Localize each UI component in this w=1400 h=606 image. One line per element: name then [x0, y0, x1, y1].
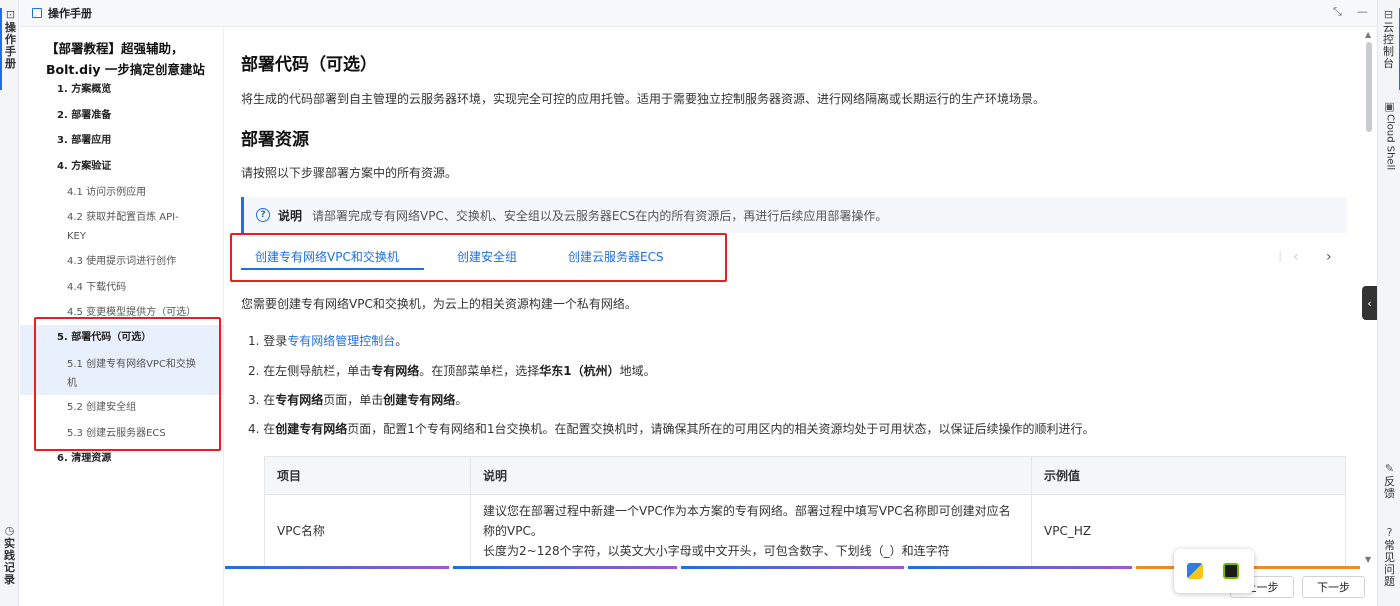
toc-item-prepare[interactable]: 2. 部署准备: [57, 108, 111, 124]
security-shield-icon[interactable]: [1187, 563, 1203, 579]
vpc-console-link[interactable]: 专有网络管理控制台: [287, 334, 395, 348]
step-2-bold-b: 华东1（杭州）: [539, 364, 620, 378]
tray-popup: [1174, 549, 1254, 593]
toc-sub-4-4[interactable]: 4.4 下载代码: [67, 278, 197, 297]
help-circle-icon: ?: [1386, 526, 1393, 539]
step-2-text-b: 。在顶部菜单栏，选择: [419, 364, 540, 378]
step-3-text-a: 3. 在: [248, 393, 276, 407]
rail-faq-label: 常见问题: [1384, 539, 1395, 588]
toc-item-deploy[interactable]: 3. 部署应用: [57, 133, 111, 149]
app-root: ⊡ 操作手册 ◷ 实践记录 操作手册 ⤡ — 【部署教程】超强辅助，Bolt.d…: [0, 0, 1400, 606]
rail-faq[interactable]: ? 常见问题: [1378, 526, 1400, 602]
step-3-bold-a: 专有网络: [275, 393, 324, 407]
step-2-bold-a: 专有网络: [371, 364, 420, 378]
panel-header: 操作手册 ⤡ —: [20, 0, 1377, 27]
toc-item-verify[interactable]: 4. 方案验证: [57, 159, 111, 175]
section-intro: 将生成的代码部署到自主管理的云服务器环境，实现完全可控的应用托管。适用于需要独立…: [241, 92, 1046, 106]
toc-sub-4-2[interactable]: 4.2 获取并配置百炼 API-KEY: [67, 208, 197, 246]
step-4: 4. 在创建专有网络页面，配置1个专有网络和1台交换机。在配置交换机时，请确保其…: [248, 420, 1095, 437]
rail-console-label: 云控制台: [1383, 21, 1394, 70]
step-2: 2. 在左侧导航栏，单击专有网络。在顶部菜单栏，选择华东1（杭州）地域。: [248, 362, 656, 379]
note-label: 说明: [278, 208, 303, 223]
toc-title: 【部署教程】超强辅助，Bolt.diy 一步搞定创意建站: [46, 41, 205, 77]
clock-icon: ◷: [4, 524, 15, 537]
table-cell-item: VPC名称: [264, 494, 471, 568]
toc-sub-4-5[interactable]: 4.5 变更模型提供方（可选）: [67, 303, 217, 318]
scroll-down-icon[interactable]: ▼: [1365, 555, 1371, 564]
subsection-text: 请按照以下步骤部署方案中的所有资源。: [241, 166, 458, 180]
scroll-thumb[interactable]: [1366, 42, 1372, 132]
step-4-bold-a: 创建专有网络: [275, 422, 348, 436]
rail-feedback-label: 反馈: [1384, 475, 1395, 500]
table-cell-desc: 建议您在部署过程中新建一个VPC作为本方案的专有网络。部署过程中填写VPC名称即…: [470, 494, 1032, 568]
main-content: 部署代码（可选） 将生成的代码部署到自主管理的云服务器环境，实现完全可控的应用托…: [225, 28, 1360, 606]
nvidia-icon[interactable]: [1223, 563, 1239, 579]
step-3-bold-b: 创建专有网络: [383, 393, 456, 407]
table-header-desc: 说明: [470, 456, 1032, 495]
left-rail: ⊡ 操作手册 ◷ 实践记录: [0, 0, 19, 606]
toc-sub-4-3[interactable]: 4.3 使用提示词进行创作: [67, 252, 197, 271]
table-header-example: 示例值: [1031, 456, 1346, 495]
tabs-next-icon[interactable]: ›: [1326, 249, 1332, 265]
toc-item-cleanup[interactable]: 6. 清理资源: [57, 451, 111, 467]
table-cell-desc-line2: 长度为2~128个字符，以英文大小字母或中文开头，可包含数字、下划线（_）和连字…: [483, 544, 950, 558]
tabs-prev-icon[interactable]: ‹: [1293, 249, 1299, 265]
pencil-icon: ✎: [1384, 462, 1395, 475]
rail-cloudshell[interactable]: ▣ Cloud Shell: [1378, 100, 1400, 182]
note-text: 请部署完成专有网络VPC、交换机、安全组以及云服务器ECS在内的所有资源后，再进…: [312, 208, 888, 223]
manual-header-icon: [32, 8, 42, 18]
right-rail: ⊟ 云控制台 ▣ Cloud Shell ✎ 反馈 ? 常见问题: [1377, 0, 1400, 606]
step-2-text-a: 2. 在左侧导航栏，单击: [248, 364, 372, 378]
next-step-button[interactable]: 下一步: [1302, 576, 1365, 598]
table-cell-desc-line1: 建议您在部署过程中新建一个VPC作为本方案的专有网络。部署过程中填写VPC名称即…: [483, 504, 1011, 538]
tab-description: 您需要创建专有网络VPC和交换机，为云上的相关资源构建一个私有网络。: [241, 297, 637, 311]
minimize-icon[interactable]: —: [1357, 5, 1368, 18]
collapse-icon[interactable]: ⤡: [1333, 5, 1342, 19]
step-2-text-c: 地域。: [619, 364, 656, 378]
note-box: ? 说明 请部署完成专有网络VPC、交换机、安全组以及云服务器ECS在内的所有资…: [241, 197, 1347, 233]
scroll-up-icon[interactable]: ▲: [1365, 30, 1371, 39]
console-icon: ⊟: [1383, 8, 1394, 21]
panel-title: 操作手册: [48, 7, 92, 20]
rail-manual-label: 操作手册: [5, 21, 16, 70]
toc-sub-4-1[interactable]: 4.1 访问示例应用: [67, 183, 197, 202]
question-icon: ?: [256, 208, 270, 222]
manual-icon: ⊡: [5, 8, 16, 21]
rail-feedback[interactable]: ✎ 反馈: [1378, 462, 1400, 510]
table-header-row: 项目 说明 示例值: [264, 456, 1346, 495]
table-header-item: 项目: [264, 456, 471, 495]
rail-practice-label: 实践记录: [4, 537, 15, 586]
section-title: 部署代码（可选）: [241, 55, 377, 75]
rail-tab-manual[interactable]: ⊡ 操作手册: [0, 8, 19, 90]
toc-item-overview[interactable]: 1. 方案概览: [57, 82, 111, 98]
step-3-text-c: 。: [455, 393, 468, 407]
tabs-highlight-box: [230, 233, 727, 282]
rail-cloudshell-label: Cloud Shell: [1384, 114, 1396, 171]
step-1-end: 。: [395, 334, 408, 348]
rail-tab-practice[interactable]: ◷ 实践记录: [0, 524, 19, 602]
toc-highlight-box: [34, 317, 221, 451]
step-4-text-a: 4. 在: [248, 422, 276, 436]
step-1-text: 1. 登录: [248, 334, 288, 348]
step-3-text-b: 页面，单击: [323, 393, 384, 407]
subsection-title: 部署资源: [241, 130, 309, 150]
toc-sidebar: 【部署教程】超强辅助，Bolt.diy 一步搞定创意建站 1. 方案概览 2. …: [20, 28, 224, 606]
scroll-indicator-icon: ⁞: [1278, 249, 1283, 265]
step-3: 3. 在专有网络页面，单击创建专有网络。: [248, 391, 467, 408]
expand-handle-icon[interactable]: ‹: [1362, 286, 1377, 320]
step-1: 1. 登录专有网络管理控制台。: [248, 332, 407, 349]
step-4-text-b: 页面，配置1个专有网络和1台交换机。在配置交换机时，请确保其所在的可用区内的相关…: [347, 422, 1095, 436]
terminal-icon: ▣: [1384, 100, 1395, 113]
rail-console[interactable]: ⊟ 云控制台: [1378, 8, 1400, 90]
